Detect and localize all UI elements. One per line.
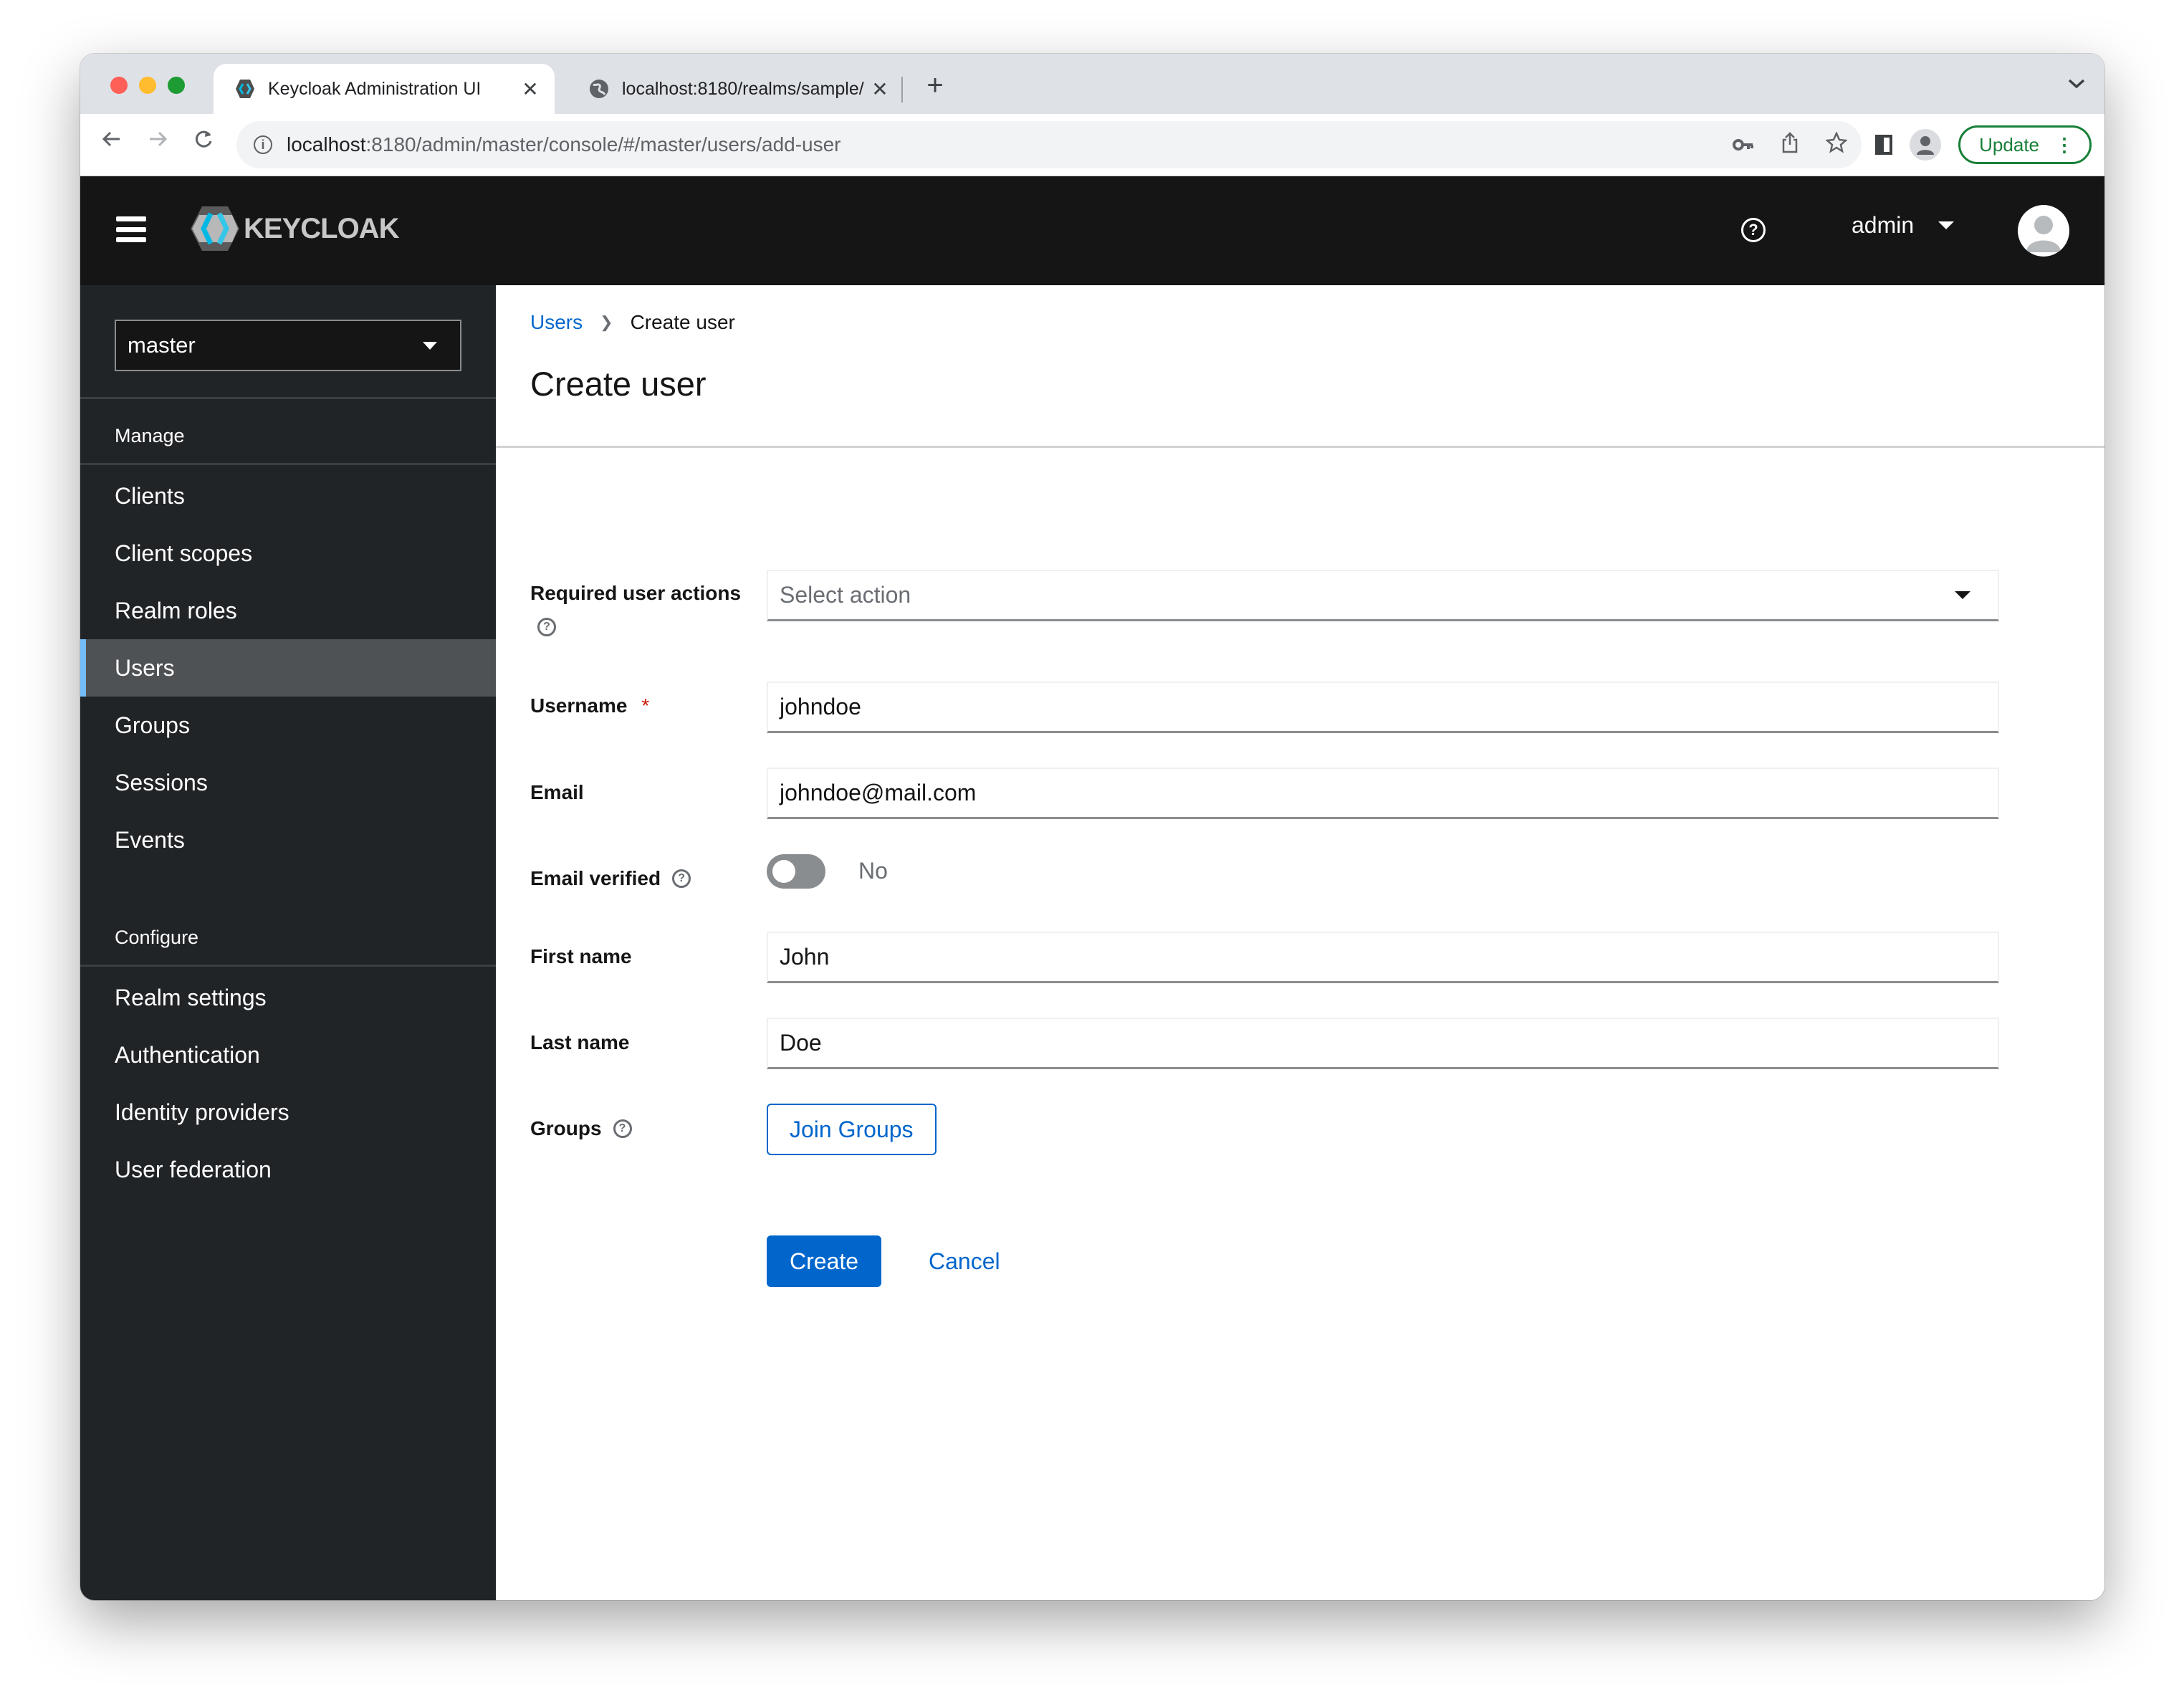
maximize-window-button[interactable] <box>168 77 185 94</box>
avatar[interactable] <box>2018 205 2069 257</box>
sidebar-item-identity-providers[interactable]: Identity providers <box>80 1084 496 1141</box>
update-button[interactable]: Update ⋮ <box>1958 125 2092 164</box>
user-name: admin <box>1852 212 1915 238</box>
first-name-field[interactable]: John <box>767 932 1999 983</box>
close-tab-icon[interactable]: ✕ <box>866 77 894 101</box>
forward-arrow-icon[interactable] <box>142 128 173 156</box>
realm-selector[interactable]: master <box>115 320 461 371</box>
profile-icon[interactable] <box>1910 129 1942 161</box>
create-button[interactable]: Create <box>767 1235 882 1287</box>
keycloak-logo-icon <box>191 206 239 251</box>
help-icon[interactable]: ? <box>672 869 691 888</box>
required-actions-label: Required user actions <box>530 582 742 604</box>
key-icon[interactable] <box>1733 133 1754 156</box>
email-field[interactable]: johndoe@mail.com <box>767 768 1999 819</box>
email-verified-label: Email verified ? <box>530 867 691 890</box>
tab-separator <box>901 77 903 102</box>
close-tab-icon[interactable]: ✕ <box>516 77 545 101</box>
sidebar-item-users[interactable]: Users <box>80 639 496 697</box>
toggle-knob <box>772 860 795 883</box>
select-placeholder: Select action <box>780 582 911 608</box>
chevron-right-icon: ❯ <box>600 313 613 331</box>
username-label: Username * <box>530 694 650 717</box>
globe-icon <box>589 79 609 99</box>
keycloak-logo[interactable]: KEYCLOAK <box>189 204 399 254</box>
page-title: Create user <box>530 365 707 403</box>
sidebar-item-events[interactable]: Events <box>80 811 496 869</box>
nav-divider <box>80 965 496 967</box>
breadcrumb: Users ❯ Create user <box>530 311 735 334</box>
masthead: KEYCLOAK ? admin <box>80 176 2104 285</box>
join-groups-button[interactable]: Join Groups <box>767 1104 937 1155</box>
hamburger-menu-icon[interactable] <box>116 216 146 242</box>
keycloak-favicon-icon <box>235 79 255 99</box>
sidebar-item-realm-settings[interactable]: Realm settings <box>80 969 496 1026</box>
caret-down-icon <box>1938 221 1955 229</box>
url-text: localhost:8180/admin/master/console/#/ma… <box>287 133 841 156</box>
email-label: Email <box>530 781 584 803</box>
nav-section-manage: Manage <box>115 425 185 446</box>
sidebar-item-groups[interactable]: Groups <box>80 697 496 754</box>
email-verified-state: No <box>858 858 888 884</box>
username-field[interactable]: johndoe <box>767 682 1999 733</box>
sidebar-item-client-scopes[interactable]: Client scopes <box>80 525 496 582</box>
email-verified-toggle[interactable] <box>767 854 825 889</box>
breadcrumb-users-link[interactable]: Users <box>530 311 583 334</box>
minimize-window-button[interactable] <box>139 77 156 94</box>
sidebar-item-sessions[interactable]: Sessions <box>80 754 496 811</box>
realm-name: master <box>128 333 196 358</box>
first-name-label: First name <box>530 945 632 967</box>
tab-strip: Keycloak Administration UI ✕ localhost:8… <box>80 54 2104 114</box>
user-dropdown[interactable]: admin <box>1852 212 1955 239</box>
tab-search-chevron-icon[interactable] <box>2067 72 2086 95</box>
bookmark-star-icon[interactable] <box>1825 130 1848 158</box>
nav-divider <box>80 397 496 399</box>
more-vertical-icon: ⋮ <box>2055 133 2074 156</box>
last-name-field[interactable]: Doe <box>767 1018 1999 1069</box>
required-actions-select[interactable]: Select action <box>767 570 1999 621</box>
tab-title: Keycloak Administration UI <box>268 78 482 99</box>
main-content: Users ❯ Create user Create user Required… <box>496 285 2104 1600</box>
site-info-icon[interactable]: i <box>254 135 272 154</box>
new-tab-button[interactable]: + <box>917 70 953 102</box>
sidebar-item-authentication[interactable]: Authentication <box>80 1026 496 1084</box>
last-name-label: Last name <box>530 1031 630 1053</box>
nav-section-configure: Configure <box>115 927 199 948</box>
tab-title: localhost:8180/realms/sample/ <box>622 78 864 99</box>
back-arrow-icon[interactable] <box>96 128 128 156</box>
tab-keycloak-admin[interactable]: Keycloak Administration UI ✕ <box>214 64 555 114</box>
cancel-button[interactable]: Cancel <box>929 1235 1000 1287</box>
close-window-button[interactable] <box>110 77 128 94</box>
caret-down-icon <box>423 341 437 350</box>
page-header: Users ❯ Create user Create user <box>496 285 2104 448</box>
browser-window: Keycloak Administration UI ✕ localhost:8… <box>80 54 2104 1600</box>
logo-text: KEYCLOAK <box>244 212 399 244</box>
reload-icon[interactable] <box>188 128 219 156</box>
breadcrumb-current: Create user <box>630 311 735 333</box>
side-panel-icon[interactable] <box>1875 135 1893 155</box>
address-bar[interactable]: i localhost:8180/admin/master/console/#/… <box>236 121 1862 168</box>
nav-divider <box>80 463 496 465</box>
share-icon[interactable] <box>1781 131 1799 158</box>
sidebar-item-clients[interactable]: Clients <box>80 467 496 525</box>
help-icon[interactable]: ? <box>613 1119 632 1138</box>
groups-label: Groups ? <box>530 1117 632 1140</box>
sidebar-item-realm-roles[interactable]: Realm roles <box>80 582 496 639</box>
required-indicator: * <box>641 694 650 717</box>
browser-toolbar: i localhost:8180/admin/master/console/#/… <box>80 114 2104 176</box>
sidebar-item-user-federation[interactable]: User federation <box>80 1141 496 1198</box>
tab-realms-sample[interactable]: localhost:8180/realms/sample/ ✕ <box>567 64 904 114</box>
sidebar: master Manage Clients Client scopes Real… <box>80 285 496 1600</box>
caret-down-icon <box>1955 591 1970 599</box>
help-icon[interactable]: ? <box>537 618 556 636</box>
help-icon[interactable]: ? <box>1741 218 1766 242</box>
